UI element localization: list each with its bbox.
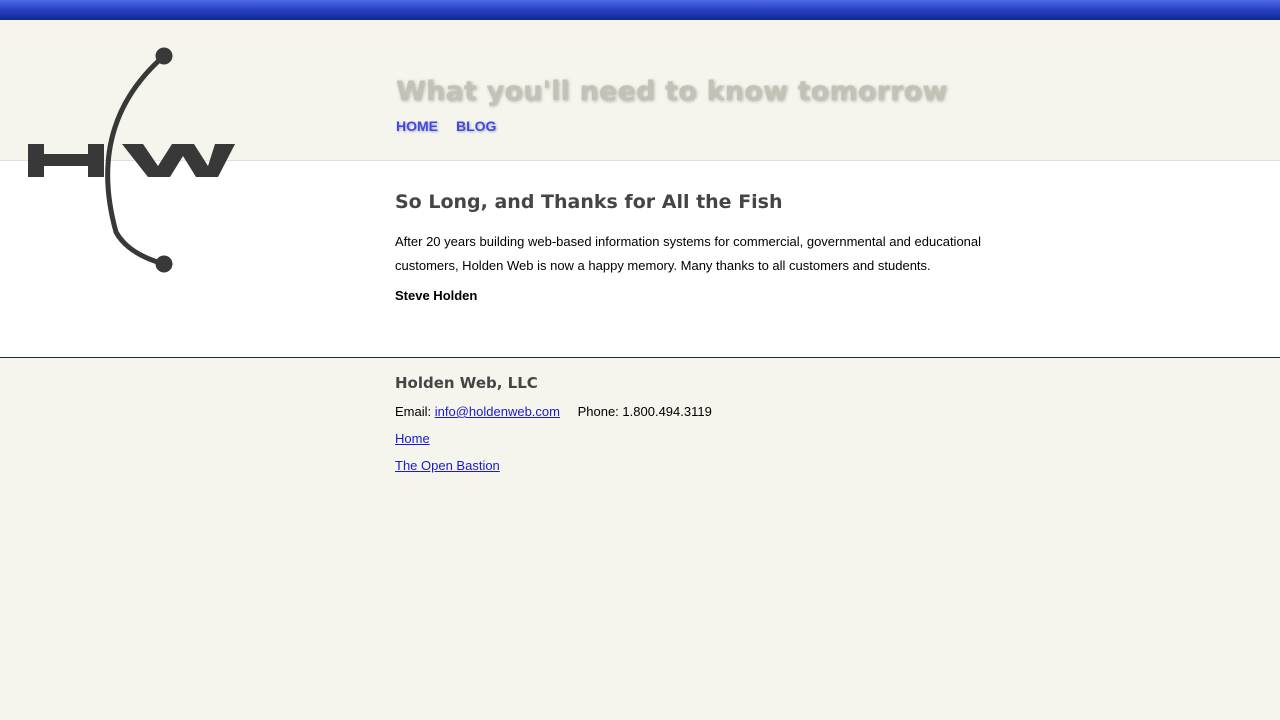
phone-number: 1.800.494.3119: [622, 404, 712, 419]
phone-group: Phone: 1.800.494.3119: [578, 404, 712, 419]
main-nav: HOME BLOG: [396, 118, 496, 134]
top-bar: [0, 0, 1280, 20]
footer-link-open-bastion[interactable]: The Open Bastion: [395, 458, 500, 473]
post-title: So Long, and Thanks for All the Fish: [395, 191, 783, 213]
nav-link-blog[interactable]: BLOG: [456, 118, 496, 134]
footer-company: Holden Web, LLC: [395, 374, 538, 392]
email-label: Email:: [395, 404, 432, 419]
phone-label: Phone:: [577, 404, 619, 419]
email-link[interactable]: info@holdenweb.com: [435, 404, 560, 419]
footer: Holden Web, LLC Email: info@holdenweb.co…: [395, 374, 712, 485]
post-author: Steve Holden: [395, 288, 478, 303]
footer-link-home[interactable]: Home: [395, 431, 430, 446]
hw-logo-icon: [28, 47, 235, 273]
footer-contact: Email: info@holdenweb.com Phone: 1.800.4…: [395, 404, 712, 419]
footer-links: Home The Open Bastion: [395, 431, 712, 473]
site-tagline: What you'll need to know tomorrow: [396, 76, 948, 107]
post-body: After 20 years building web-based inform…: [395, 234, 982, 273]
nav-link-home[interactable]: HOME: [396, 118, 438, 134]
